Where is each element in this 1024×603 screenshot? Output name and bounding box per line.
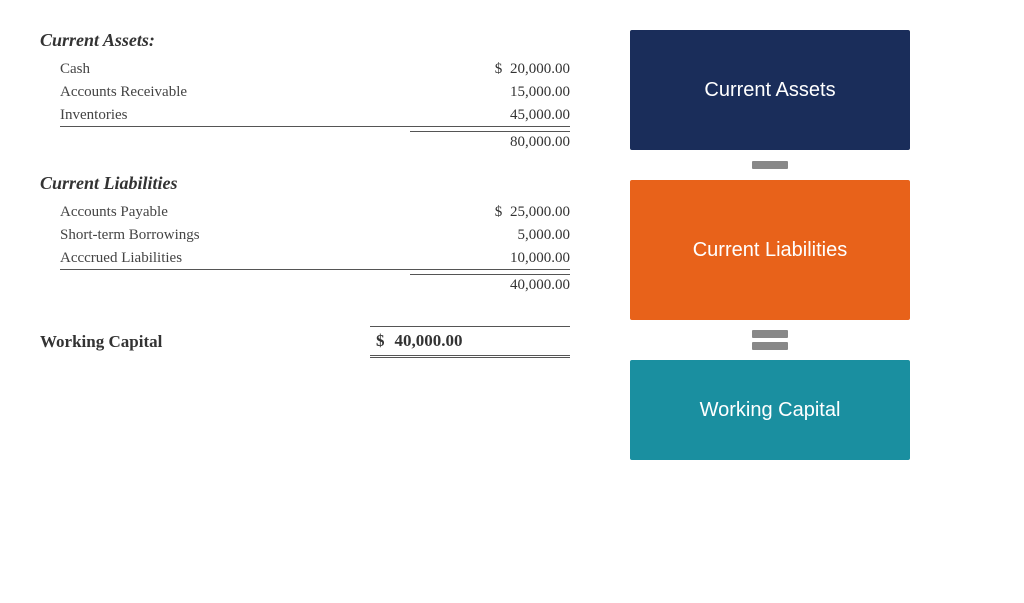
inventories-amount: 45,000.00 [410, 107, 570, 124]
working-capital-section: Working Capital $ 40,000.00 [40, 326, 570, 358]
accounts-payable-item: Accounts Payable $ 25,000.00 [60, 202, 570, 223]
current-assets-subtotal: 80,000.00 [410, 131, 570, 151]
spacer-1 [40, 163, 570, 173]
cash-label: Cash [60, 61, 410, 78]
accounts-receivable-value: 15,000.00 [510, 84, 570, 100]
working-capital-dollar: $ [376, 331, 385, 351]
cash-amount: $ 20,000.00 [410, 61, 570, 78]
accounts-receivable-amount: 15,000.00 [410, 84, 570, 101]
current-assets-title: Current Assets: [40, 30, 570, 51]
current-liabilities-subtotal-row: 40,000.00 [60, 272, 570, 296]
main-container: Current Assets: Cash $ 20,000.00 Account… [0, 0, 1024, 603]
accrued-liabilities-label: Acccrued Liabilities [60, 250, 410, 267]
inventories-value: 45,000.00 [510, 107, 570, 123]
current-assets-subtotal-row: 80,000.00 [60, 129, 570, 153]
current-assets-items: Cash $ 20,000.00 Accounts Receivable 15,… [40, 59, 570, 153]
accounts-payable-label: Accounts Payable [60, 204, 410, 221]
current-liabilities-box: Current Liabilities [630, 180, 910, 320]
accrued-liabilities-item: Acccrued Liabilities 10,000.00 [60, 248, 570, 270]
working-capital-amount: 40,000.00 [395, 331, 463, 351]
inventories-label: Inventories [60, 107, 410, 124]
cash-value: 20,000.00 [510, 61, 570, 77]
short-term-borrowings-value: 5,000.00 [518, 227, 571, 243]
connector-bar-2a [752, 330, 788, 338]
current-liabilities-box-label: Current Liabilities [693, 239, 848, 262]
working-capital-box: Working Capital [630, 360, 910, 460]
accounts-payable-amount: $ 25,000.00 [410, 204, 570, 221]
current-liabilities-items: Accounts Payable $ 25,000.00 Short-term … [40, 202, 570, 296]
cash-item: Cash $ 20,000.00 [60, 59, 570, 80]
accounts-receivable-label: Accounts Receivable [60, 84, 410, 101]
accrued-liabilities-value: 10,000.00 [510, 250, 570, 266]
working-capital-amount-box: $ 40,000.00 [370, 326, 570, 358]
accounts-payable-value: 25,000.00 [510, 204, 570, 220]
accounts-payable-dollar: $ [495, 204, 503, 221]
short-term-borrowings-amount: 5,000.00 [410, 227, 570, 244]
connector-1 [752, 150, 788, 180]
short-term-borrowings-label: Short-term Borrowings [60, 227, 410, 244]
working-capital-box-label: Working Capital [700, 399, 841, 422]
accrued-liabilities-amount: 10,000.00 [410, 250, 570, 267]
current-liabilities-section: Current Liabilities Accounts Payable $ 2… [40, 173, 570, 296]
current-assets-box-label: Current Assets [704, 79, 835, 102]
current-liabilities-subtotal: 40,000.00 [410, 274, 570, 294]
connector-2 [752, 320, 788, 360]
current-assets-box: Current Assets [630, 30, 910, 150]
current-assets-section: Current Assets: Cash $ 20,000.00 Account… [40, 30, 570, 153]
accounts-receivable-item: Accounts Receivable 15,000.00 [60, 82, 570, 103]
working-capital-label: Working Capital [40, 332, 162, 352]
connector-bar-1 [752, 161, 788, 169]
short-term-borrowings-item: Short-term Borrowings 5,000.00 [60, 225, 570, 246]
right-panel: Current Assets Current Liabilities Worki… [590, 20, 950, 583]
current-liabilities-title: Current Liabilities [40, 173, 570, 194]
cash-dollar: $ [495, 61, 503, 78]
inventories-item: Inventories 45,000.00 [60, 105, 570, 127]
connector-bar-2b [752, 342, 788, 350]
left-panel: Current Assets: Cash $ 20,000.00 Account… [30, 20, 590, 583]
